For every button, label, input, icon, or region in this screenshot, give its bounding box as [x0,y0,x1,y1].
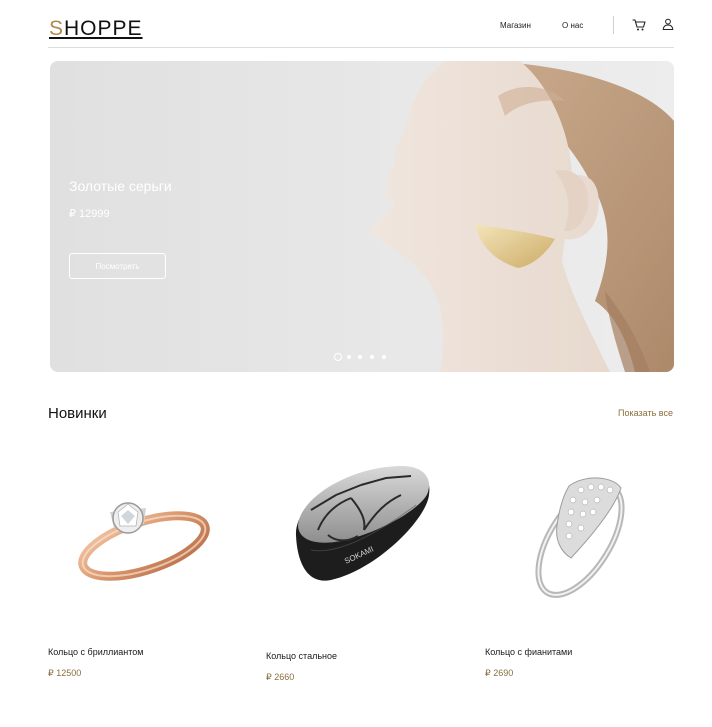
hero-model-image [50,61,674,372]
carousel-dot-1[interactable] [334,353,342,361]
logo[interactable]: SHOPPE [49,17,143,41]
product-price: ₽ 2690 [485,668,514,678]
show-all-link[interactable]: Показать все [618,408,673,418]
product-name: Кольцо с бриллиантом [48,647,144,657]
nav-divider [613,16,614,34]
logo-initial: S [49,17,65,40]
product-price: ₽ 12500 [48,668,82,678]
nav-shop-link[interactable]: Магазин [500,21,531,30]
cart-icon[interactable] [632,18,646,32]
nav-about-link[interactable]: О нас [562,21,583,30]
hero-price: ₽ 12999 [69,208,110,220]
carousel-dot-3[interactable] [358,355,362,359]
product-name: Кольцо с фианитами [485,647,573,657]
carousel-dot-5[interactable] [382,355,386,359]
site-header: SHOPPE Магазин О нас [48,0,674,48]
view-button[interactable]: Посмотреть [69,253,166,279]
user-icon[interactable] [662,18,674,30]
diamond-ring-image [78,502,210,581]
product-card[interactable]: Кольцо с бриллиантом ₽ 12500 [48,440,238,690]
logo-rest: HOPPE [64,17,143,40]
new-arrivals-title: Новинки [48,405,107,422]
carousel-dot-4[interactable] [370,355,374,359]
hero-title: Золотые серьги [69,178,172,194]
product-price: ₽ 2660 [266,672,295,682]
product-card[interactable]: Кольцо с фианитами ₽ 2690 [485,440,675,690]
steel-ring-image: SOKAMI [295,465,430,581]
hero-banner: Золотые серьги ₽ 12999 Посмотреть [50,61,674,372]
carousel-dots [334,353,394,361]
cubic-zirconia-ring-image [535,477,625,598]
product-name: Кольцо стальное [266,651,337,661]
carousel-dot-2[interactable] [347,355,351,359]
product-card[interactable]: SOKAMI Кольцо стальное ₽ 2660 [266,440,456,690]
